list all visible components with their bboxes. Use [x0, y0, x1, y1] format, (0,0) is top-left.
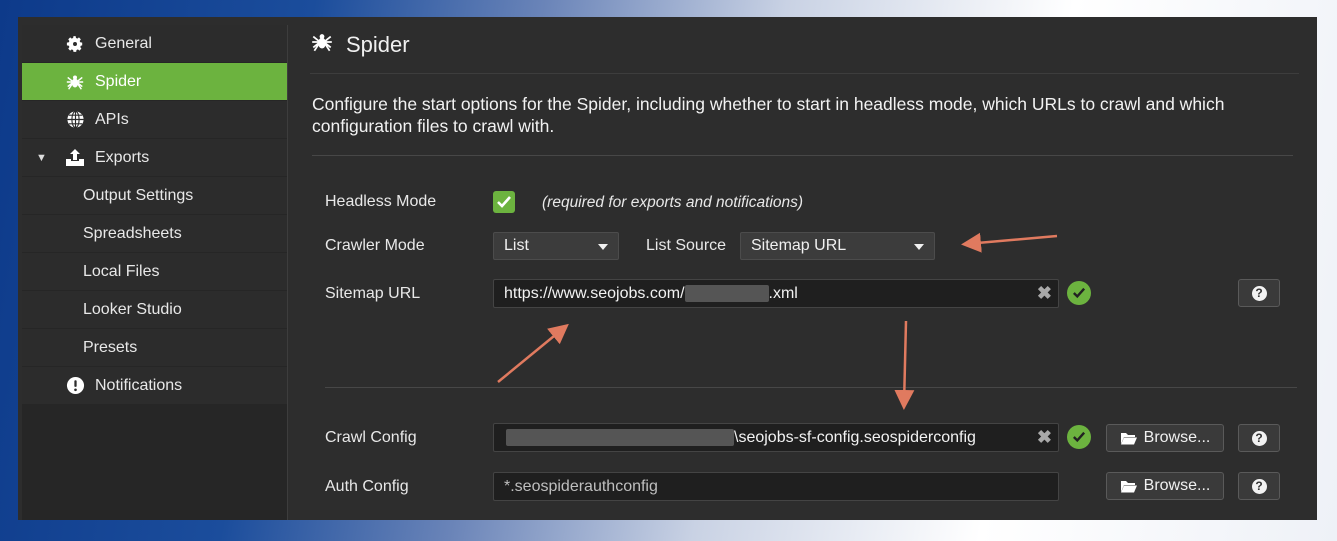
sidebar-item-label: Looker Studio: [83, 300, 182, 318]
sidebar-item-local-files[interactable]: Local Files: [22, 253, 287, 290]
sidebar-item-notifications[interactable]: Notifications: [22, 367, 287, 404]
chevron-down-icon: [598, 244, 608, 250]
redacted-block: [684, 285, 769, 302]
divider: [325, 387, 1297, 388]
sidebar-item-presets[interactable]: Presets: [22, 329, 287, 366]
sidebar: General Spider APIs ▼ Exports Output Set…: [22, 25, 288, 520]
crawl-config-input[interactable]: \seojobs-sf-config.seospiderconfig ✖: [493, 423, 1059, 452]
page-title: Spider: [310, 31, 410, 59]
help-button[interactable]: ?: [1238, 472, 1280, 500]
chevron-down-icon: [914, 244, 924, 250]
browse-label: Browse...: [1143, 429, 1211, 446]
settings-window: General Spider APIs ▼ Exports Output Set…: [18, 17, 1317, 520]
sidebar-item-label: Spider: [95, 72, 142, 90]
sidebar-item-label: Exports: [95, 148, 150, 166]
valid-check-icon: [1067, 425, 1091, 449]
crawler-mode-select[interactable]: List: [493, 232, 619, 260]
page-description: Configure the start options for the Spid…: [312, 94, 1225, 136]
main-panel: Spider Configure the start options for t…: [293, 17, 1317, 520]
headless-mode-checkbox[interactable]: [493, 191, 515, 213]
divider: [310, 73, 1299, 74]
sitemap-url-suffix: .xml: [768, 284, 798, 302]
folder-open-icon: [1120, 432, 1137, 444]
exclamation-circle-icon: [65, 376, 85, 396]
list-source-value: Sitemap URL: [751, 237, 847, 254]
sidebar-item-label: Presets: [83, 338, 138, 356]
gear-icon: [65, 34, 85, 54]
help-icon: ?: [1251, 478, 1267, 494]
sitemap-url-input[interactable]: https://www.seojobs.com/ .xml ✖: [493, 279, 1059, 308]
list-source-select[interactable]: Sitemap URL: [740, 232, 935, 260]
globe-icon: [65, 110, 85, 130]
help-button[interactable]: ?: [1238, 279, 1280, 307]
sidebar-item-label: Notifications: [95, 376, 183, 394]
list-source-label: List Source: [646, 237, 727, 254]
browse-label: Browse...: [1143, 477, 1211, 494]
spider-icon: [65, 72, 85, 92]
sitemap-url-prefix: https://www.seojobs.com/: [504, 284, 685, 302]
auth-config-label: Auth Config: [325, 478, 409, 495]
sidebar-item-exports[interactable]: ▼ Exports: [22, 139, 287, 176]
sidebar-item-looker-studio[interactable]: Looker Studio: [22, 291, 287, 328]
auth-config-placeholder: *.seospiderauthconfig: [504, 477, 658, 495]
sidebar-item-output-settings[interactable]: Output Settings: [22, 177, 287, 214]
clear-icon[interactable]: ✖: [1037, 428, 1052, 446]
sidebar-item-label: Local Files: [83, 262, 160, 280]
clear-icon[interactable]: ✖: [1037, 284, 1052, 302]
crawl-config-browse-button[interactable]: Browse...: [1106, 424, 1224, 452]
chevron-down-icon[interactable]: ▼: [36, 152, 47, 164]
page-title-text: Spider: [346, 32, 410, 57]
auth-config-browse-button[interactable]: Browse...: [1106, 472, 1224, 500]
crawl-config-value: \seojobs-sf-config.seospiderconfig: [734, 428, 976, 446]
redacted-block: [506, 429, 734, 446]
crawl-config-label: Crawl Config: [325, 429, 417, 446]
crawler-mode-value: List: [504, 237, 529, 254]
help-icon: ?: [1251, 285, 1267, 301]
divider: [312, 155, 1293, 156]
sidebar-item-spreadsheets[interactable]: Spreadsheets: [22, 215, 287, 252]
help-icon: ?: [1251, 430, 1267, 446]
sidebar-item-label: General: [95, 34, 152, 52]
headless-mode-note: (required for exports and notifications): [542, 194, 804, 211]
valid-check-icon: [1067, 281, 1091, 305]
help-button[interactable]: ?: [1238, 424, 1280, 452]
sidebar-item-apis[interactable]: APIs: [22, 101, 287, 138]
sidebar-item-spider[interactable]: Spider: [22, 63, 287, 100]
upload-icon: [65, 148, 85, 168]
sidebar-item-label: Spreadsheets: [83, 224, 182, 242]
sidebar-item-label: APIs: [95, 110, 129, 128]
crawler-mode-label: Crawler Mode: [325, 237, 425, 254]
sitemap-url-label: Sitemap URL: [325, 285, 421, 302]
sidebar-item-label: Output Settings: [83, 186, 194, 204]
checkmark-icon: [497, 196, 511, 208]
auth-config-input[interactable]: *.seospiderauthconfig: [493, 472, 1059, 501]
sidebar-item-general[interactable]: General: [22, 25, 287, 62]
headless-mode-label: Headless Mode: [325, 193, 437, 210]
folder-open-icon: [1120, 480, 1137, 492]
spider-icon: [310, 31, 334, 59]
